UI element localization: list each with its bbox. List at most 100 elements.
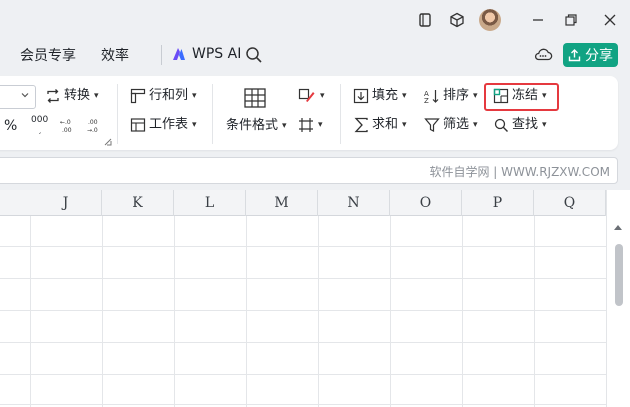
convert-button[interactable]: 转换 ▾ bbox=[45, 87, 99, 105]
worksheet-button[interactable]: 工作表 ▾ bbox=[130, 116, 197, 134]
freeze-icon bbox=[493, 88, 509, 104]
conditional-format-label: 条件格式 bbox=[226, 118, 279, 133]
grid-line bbox=[534, 216, 535, 407]
share-button[interactable]: 分享 bbox=[563, 43, 618, 67]
row-column-button[interactable]: 行和列 ▾ bbox=[130, 87, 197, 105]
chevron-down-icon: ▾ bbox=[473, 91, 478, 101]
worksheet-label: 工作表 bbox=[149, 117, 189, 132]
cloud-icon[interactable] bbox=[533, 45, 553, 63]
chevron-down-icon: ▾ bbox=[402, 120, 407, 130]
sum-label: 求和 bbox=[372, 117, 399, 132]
thousands-button[interactable]: 000 ˏ bbox=[31, 115, 49, 135]
thousands-label: 000 bbox=[31, 115, 49, 125]
svg-text:←.0: ←.0 bbox=[60, 119, 71, 126]
chevron-down-icon: ▾ bbox=[402, 91, 407, 101]
search-icon[interactable] bbox=[245, 46, 263, 64]
border-button[interactable]: ▾ bbox=[298, 116, 323, 134]
sum-button[interactable]: 求和 ▾ bbox=[354, 116, 407, 134]
freeze-label: 冻结 bbox=[512, 88, 539, 103]
grid-line bbox=[0, 342, 606, 343]
expand-dialog-icon[interactable] bbox=[104, 138, 112, 146]
grid-line bbox=[0, 246, 606, 247]
chevron-down-icon: ▾ bbox=[320, 91, 325, 101]
fill-button[interactable]: 填充 ▾ bbox=[353, 87, 407, 105]
sort-label: 排序 bbox=[443, 88, 470, 103]
fill-icon bbox=[353, 88, 369, 104]
svg-text:Z: Z bbox=[424, 97, 429, 104]
conditional-format-icon[interactable] bbox=[243, 86, 267, 110]
cube-icon[interactable] bbox=[446, 9, 468, 31]
sort-button[interactable]: AZ 排序 ▾ bbox=[424, 87, 478, 105]
column-header-o[interactable]: O bbox=[390, 190, 462, 216]
menu-divider bbox=[161, 45, 162, 65]
cell-style-button[interactable]: ▾ bbox=[298, 87, 325, 105]
number-format-dropdown[interactable] bbox=[0, 85, 36, 109]
brush-icon bbox=[298, 88, 316, 104]
grid-line bbox=[102, 216, 103, 407]
filter-button[interactable]: 筛选 ▾ bbox=[424, 116, 478, 134]
conditional-format-button[interactable]: 条件格式 ▾ bbox=[226, 117, 287, 135]
grid-line bbox=[390, 216, 391, 407]
decrease-decimal-icon[interactable]: ←.0.00 bbox=[59, 117, 77, 135]
avatar[interactable] bbox=[479, 9, 501, 31]
column-header-k[interactable]: K bbox=[102, 190, 174, 216]
close-icon[interactable] bbox=[599, 9, 621, 31]
fill-label: 填充 bbox=[372, 88, 399, 103]
increase-decimal-icon[interactable]: .00 →.0 bbox=[86, 117, 104, 135]
column-header-n[interactable]: N bbox=[318, 190, 390, 216]
multi-window-icon[interactable] bbox=[414, 9, 436, 31]
ribbon-divider bbox=[212, 84, 213, 144]
convert-icon bbox=[45, 88, 61, 104]
sort-icon: AZ bbox=[424, 88, 440, 104]
ribbon-divider bbox=[340, 84, 341, 144]
svg-text:→.0: →.0 bbox=[87, 127, 98, 134]
worksheet-icon bbox=[130, 117, 146, 133]
wps-ai-icon bbox=[172, 47, 186, 61]
chevron-down-icon: ▾ bbox=[473, 120, 478, 130]
menu-efficiency[interactable]: 效率 bbox=[101, 46, 129, 66]
chevron-down-icon: ▾ bbox=[282, 121, 287, 131]
freeze-button[interactable]: 冻结 ▾ bbox=[493, 87, 547, 105]
share-icon bbox=[568, 48, 581, 62]
chevron-down-icon: ▾ bbox=[192, 120, 197, 130]
find-button[interactable]: 查找 ▾ bbox=[494, 116, 547, 134]
ribbon-divider bbox=[117, 84, 118, 144]
svg-text:.00: .00 bbox=[62, 127, 72, 134]
menu-member-exclusive[interactable]: 会员专享 bbox=[20, 46, 76, 66]
grid-line bbox=[0, 310, 606, 311]
watermark-text: 软件自学网 | WWW.RJZXW.COM bbox=[429, 165, 610, 179]
minimize-icon[interactable] bbox=[527, 9, 549, 31]
filter-label: 筛选 bbox=[443, 117, 470, 132]
grid-line bbox=[0, 278, 606, 279]
column-header-q[interactable]: Q bbox=[534, 190, 606, 216]
column-header-l[interactable]: L bbox=[174, 190, 246, 216]
percent-button[interactable]: % bbox=[4, 118, 17, 134]
grid-line bbox=[246, 216, 247, 407]
column-header-p[interactable]: P bbox=[462, 190, 534, 216]
grid-line bbox=[0, 404, 606, 405]
restore-icon[interactable] bbox=[560, 9, 582, 31]
grid-line bbox=[30, 216, 31, 407]
column-header-j[interactable]: J bbox=[30, 190, 102, 216]
comma-mark: ˏ bbox=[37, 125, 42, 134]
share-label: 分享 bbox=[585, 48, 613, 64]
chevron-down-icon bbox=[20, 90, 30, 100]
chevron-down-icon: ▾ bbox=[542, 120, 547, 130]
grid-line bbox=[174, 216, 175, 407]
chevron-down-icon: ▾ bbox=[192, 91, 197, 101]
scroll-thumb[interactable] bbox=[615, 244, 623, 306]
row-column-label: 行和列 bbox=[149, 88, 189, 103]
grid-line bbox=[0, 374, 606, 375]
chevron-down-icon: ▾ bbox=[318, 120, 323, 130]
svg-text:.00: .00 bbox=[88, 119, 98, 126]
chevron-down-icon: ▾ bbox=[542, 91, 547, 101]
grid-line bbox=[318, 216, 319, 407]
convert-label: 转换 bbox=[64, 88, 91, 103]
wps-ai-label: WPS AI bbox=[192, 46, 242, 62]
column-header-m[interactable]: M bbox=[246, 190, 318, 216]
chevron-down-icon: ▾ bbox=[94, 91, 99, 101]
row-column-icon bbox=[130, 88, 146, 104]
scroll-up-icon[interactable] bbox=[612, 222, 624, 232]
wps-ai-button[interactable]: WPS AI bbox=[172, 46, 241, 62]
filter-icon bbox=[424, 117, 440, 133]
